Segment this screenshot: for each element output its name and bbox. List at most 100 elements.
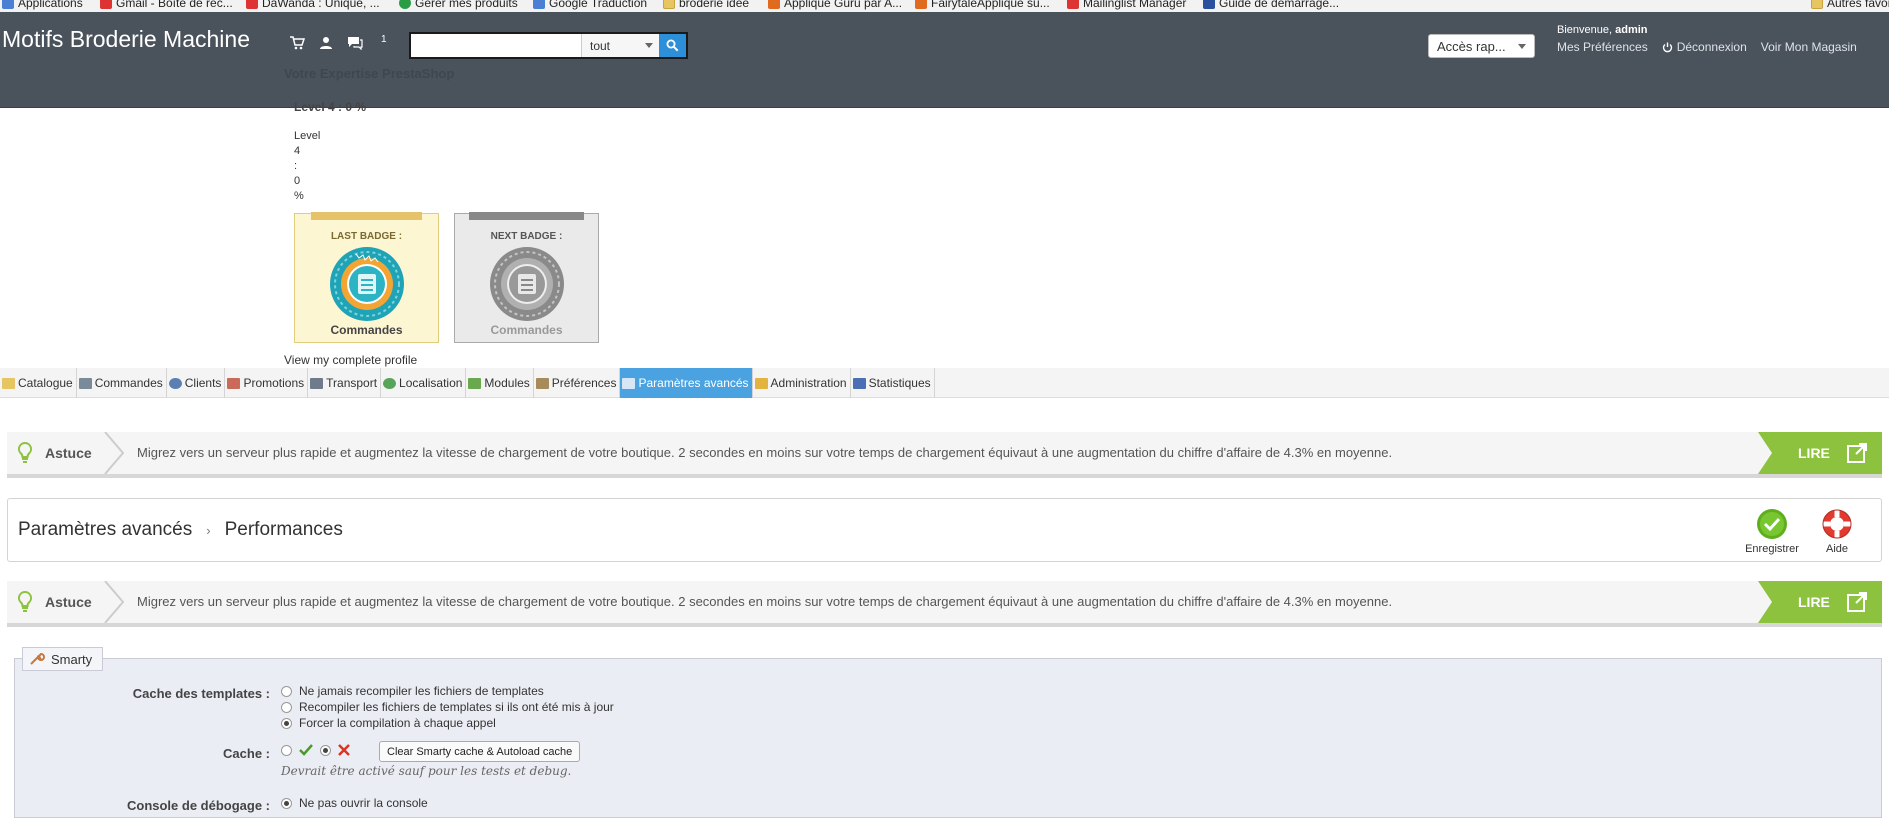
folder-icon [1811,0,1823,9]
cart-icon[interactable] [288,36,306,50]
expertise-title: Votre Expertise PrestaShop [284,66,455,81]
smarty-legend: Smarty [22,647,104,671]
badge-ribbon [469,212,584,220]
puzzle-icon [468,377,482,389]
tip-text: Migrez vers un serveur plus rapide et au… [137,445,1393,460]
external-link-icon [1846,443,1867,463]
tab-administration[interactable]: Administration [753,368,851,398]
tab-statistiques[interactable]: Statistiques [851,368,935,398]
green-icon [399,0,411,9]
level-title: Level 4 : 0 % [294,100,367,114]
tip-label: Astuce [17,581,92,623]
message-icon[interactable] [346,36,364,51]
cross-icon [338,744,350,756]
medal-orders-grey-icon [490,247,564,321]
tab-clients[interactable]: Clients [167,368,226,398]
breadcrumb-parent[interactable]: Paramètres avancés [18,519,192,541]
help-button[interactable]: Aide [1808,508,1866,555]
next-badge-name: Commandes [490,323,563,337]
tip-label: Astuce [17,432,92,474]
bookmark-gmail[interactable]: Gmail - Boîte de réc... [100,0,233,10]
quick-access-select[interactable]: Accès rap... [1428,34,1535,58]
notification-count: 1 [381,34,387,45]
radio-button[interactable] [281,685,292,697]
cart-icon [78,377,92,389]
view-shop-link[interactable]: Voir Mon Magasin [1761,40,1857,54]
search-form: tout [409,32,688,59]
tab-preferences[interactable]: Préférences [534,368,621,398]
cache-disable-radio[interactable] [320,744,331,756]
check-circle-icon [1757,509,1787,539]
shop-name[interactable]: Motifs Broderie Machine [2,26,250,53]
wrench-icon [622,377,636,389]
cache-help-text: Devrait être activé sauf pour les tests … [281,764,572,778]
tab-modules[interactable]: Modules [466,368,534,398]
tab-parametres-avances[interactable]: Paramètres avancés [620,368,753,398]
search-icon [666,39,679,52]
template-cache-option-updated[interactable]: Recompiler les fichiers de templates si … [281,700,614,714]
save-button[interactable]: Enregistrer [1743,508,1801,555]
logout-link[interactable]: Déconnexion [1662,40,1747,54]
my-preferences-link[interactable]: Mes Préférences [1557,40,1648,54]
bookmark-google-traduction[interactable]: Google Traduction [533,0,647,10]
lifebuoy-icon [1822,509,1852,539]
bookmark-fairytale[interactable]: FairytaleApplique su... [915,0,1050,10]
bookmarks-bar: Applications Gmail - Boîte de réc... DaW… [0,0,1889,12]
lightbulb-icon [17,442,33,463]
bookmark-applications[interactable]: Applications [2,0,83,10]
wrench-icon [30,652,45,665]
chevron-down-icon [1518,43,1526,49]
view-profile-link[interactable]: View my complete profile [284,353,417,367]
last-badge-title: LAST BADGE : [330,231,403,242]
admin-header: Motifs Broderie Machine 1 tout Accès rap… [0,12,1889,108]
gmail-icon [100,0,112,9]
tab-transport[interactable]: Transport [308,368,382,398]
tab-localisation[interactable]: Localisation [381,368,467,398]
badge-ribbon [311,212,422,220]
welcome-text: Bienvenue, admin [1557,24,1648,36]
tab-commandes[interactable]: Commandes [77,368,167,398]
tip-read-button[interactable]: LIRE [1758,581,1882,623]
s-icon [1067,0,1079,9]
search-scope-select[interactable]: tout [581,34,659,57]
bookmark-gerer-produits[interactable]: Gérer mes produits [399,0,518,10]
bookmark-dawanda[interactable]: DaWanda : Unique, ... [246,0,380,10]
tip-bar: Astuce Migrez vers un serveur plus rapid… [7,581,1882,627]
bookmark-mailinglist[interactable]: Mailinglist Manager [1067,0,1186,10]
bookmark-guide-demarrage[interactable]: Guide de démarrage... [1203,0,1339,10]
page-title: Performances [224,519,343,540]
page-toolbar: Paramètres avancés › Performances Enregi… [7,498,1882,562]
customer-icon[interactable] [317,36,335,50]
separator-arrow [104,432,124,474]
tip-read-button[interactable]: LIRE [1758,432,1882,474]
radio-button[interactable] [281,701,292,713]
search-input[interactable] [411,34,581,57]
tab-promotions[interactable]: Promotions [225,368,309,398]
bookmark-applique-guru[interactable]: Applique Guru par A... [768,0,902,10]
bookmark-autres-favoris[interactable]: Autres favoris [1811,0,1889,10]
clear-smarty-cache-button[interactable]: Clear Smarty cache & Autoload cache [379,741,581,762]
tag-icon [227,377,241,389]
bookmark-broderie-idee[interactable]: broderie idée [663,0,749,10]
cache-toggle [281,744,350,756]
etsy-icon [768,0,780,9]
template-cache-option-never[interactable]: Ne jamais recompiler les fichiers de tem… [281,684,544,698]
next-badge-card[interactable]: NEXT BADGE : Commandes [454,212,599,343]
debug-console-option[interactable]: Ne pas ouvrir la console [281,796,428,810]
search-button[interactable] [659,34,686,57]
chart-icon [852,377,866,389]
last-badge-card[interactable]: LAST BADGE : Commandes [294,212,439,343]
template-cache-option-force[interactable]: Forcer la compilation à chaque appel [281,716,496,730]
cache-label: Cache : [223,746,270,761]
cache-enable-radio[interactable] [281,744,292,756]
tab-catalogue[interactable]: Catalogue [0,368,77,398]
radio-button-selected[interactable] [281,717,292,729]
tip-text: Migrez vers un serveur plus rapide et au… [137,594,1393,609]
radio-button-selected[interactable] [281,797,292,809]
globe-icon [383,377,397,389]
external-link-icon [1846,592,1867,612]
folder-icon [663,0,675,9]
prestashop-icon [1203,0,1215,9]
translate-icon [533,0,545,9]
truck-icon [310,377,324,389]
